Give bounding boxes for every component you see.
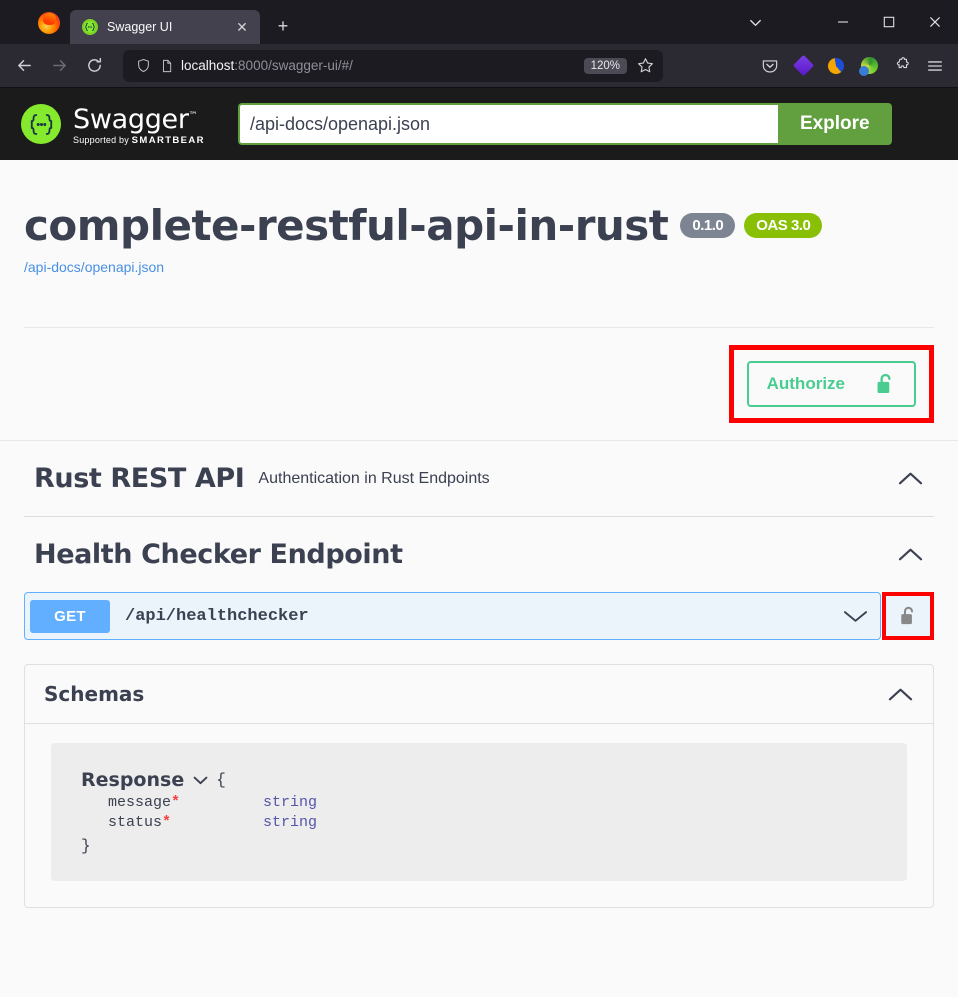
chevron-up-icon[interactable] [896,470,924,487]
extension-globe-icon[interactable] [854,51,884,81]
operation-row-wrapper: GET /api/healthchecker [24,592,934,640]
reload-arrow-icon[interactable] [78,50,110,82]
swagger-wordmark: Swagger™ [73,103,198,135]
model-name: Response [81,769,185,791]
schemas-title: Schemas [44,682,145,706]
firefox-logo-icon [38,12,60,34]
chevron-up-icon[interactable] [896,546,924,563]
tag-name: Health Checker Endpoint [34,539,403,570]
spec-link[interactable]: /api-docs/openapi.json [24,259,934,275]
tag-header-rust-rest-api[interactable]: Rust REST API Authentication in Rust End… [24,441,934,517]
spec-url-input[interactable] [237,103,778,145]
tag-header-health-checker-endpoint[interactable]: Health Checker Endpoint [24,517,934,592]
authorize-highlight-box: Authorize [728,345,934,423]
browser-titlebar: Swagger UI ✕ + [0,0,958,44]
model-close-brace: } [81,837,91,855]
property-name: message* [108,794,181,811]
app-menu-hamburger-icon[interactable] [920,51,950,81]
tag-name: Rust REST API [34,463,245,494]
close-window-button[interactable] [912,0,958,44]
api-info-block: complete-restful-api-in-rust 0.1.0 OAS 3… [0,160,958,328]
schemas-header[interactable]: Schemas [25,665,933,724]
authorize-button[interactable]: Authorize [746,361,916,407]
list-all-tabs-button[interactable] [738,0,772,44]
pocket-icon[interactable] [755,51,785,81]
tag-sections: Rust REST API Authentication in Rust End… [0,441,958,592]
required-marker: * [171,794,181,811]
operation-lock-highlight-box [882,592,934,640]
url-host: localhost [181,58,235,73]
url-text: localhost:8000/swagger-ui/#/ [181,58,584,73]
swagger-supported-by: Supported by SMARTBEAR [73,134,205,146]
minimize-button[interactable] [820,0,866,44]
http-method-badge: GET [30,599,110,633]
window-controls [820,0,958,44]
model-property-row: message* string [81,794,877,811]
bookmark-star-icon[interactable] [633,54,657,78]
schemas-body: Response { message* string status* strin… [25,724,933,907]
swagger-trademark: ™ [188,110,198,121]
operation-get-healthchecker[interactable]: GET /api/healthchecker [24,592,881,640]
swagger-favicon-icon [82,19,98,35]
model-response: Response { message* string status* strin… [51,743,907,881]
new-tab-button[interactable]: + [270,13,296,39]
operation-unlock-icon[interactable] [886,596,930,636]
back-arrow-icon[interactable] [8,50,40,82]
chevron-up-icon[interactable] [886,686,914,703]
url-bar[interactable]: localhost:8000/swagger-ui/#/ 120% [123,49,663,82]
unlock-icon [875,372,896,396]
version-badge: 0.1.0 [680,213,736,238]
model-chevron-down-icon[interactable] [193,775,208,786]
operation-path: /api/healthchecker [125,606,309,626]
explore-button[interactable]: Explore [777,103,892,145]
chevron-down-icon[interactable] [835,608,875,624]
forward-arrow-icon[interactable] [43,50,75,82]
browser-window: Swagger UI ✕ + localhost:8000/swagger-ui… [0,0,958,997]
tag-description: Authentication in Rust Endpoints [258,469,490,487]
swagger-topbar: Swagger™ Supported by SMARTBEAR Explore [0,88,958,160]
property-name: status* [108,814,172,831]
model-header[interactable]: Response { [81,769,877,791]
model-open-brace: { [216,771,226,789]
swagger-logo[interactable]: Swagger™ Supported by SMARTBEAR [21,103,205,146]
api-title-text: complete-restful-api-in-rust [24,201,669,250]
tab-title: Swagger UI [107,20,173,34]
url-path: :8000/swagger-ui/#/ [234,58,353,73]
authorize-button-label: Authorize [766,374,845,393]
swagger-logo-icon [21,104,61,144]
property-type: string [263,814,318,831]
schemas-card: Schemas Response {message* string statu… [24,664,934,908]
shield-icon[interactable] [133,56,153,76]
spec-url-form: Explore [237,103,937,145]
extensions-puzzle-icon[interactable] [887,51,917,81]
oas-badge: OAS 3.0 [744,213,823,238]
browser-tab[interactable]: Swagger UI ✕ [70,10,260,44]
maximize-button[interactable] [866,0,912,44]
extension-purple-diamond-icon[interactable] [788,51,818,81]
extension-icons [752,51,950,81]
tab-close-icon[interactable]: ✕ [232,17,252,37]
extension-orange-circle-icon[interactable] [821,51,851,81]
authorize-row: Authorize [0,328,958,440]
zoom-level-badge[interactable]: 120% [583,57,627,74]
swagger-page: Swagger™ Supported by SMARTBEAR Explore … [0,88,958,997]
smartbear-brand: SMARTBEAR [131,134,205,146]
page-title: complete-restful-api-in-rust 0.1.0 OAS 3… [24,201,934,250]
operations-block: GET /api/healthchecker [0,592,958,640]
browser-navbar: localhost:8000/swagger-ui/#/ 120% [0,44,958,88]
page-document-icon[interactable] [157,56,177,76]
property-type: string [263,794,318,811]
required-marker: * [162,814,172,831]
schemas-section: Schemas Response {message* string statu… [0,640,958,908]
model-property-row: status* string [81,814,877,831]
